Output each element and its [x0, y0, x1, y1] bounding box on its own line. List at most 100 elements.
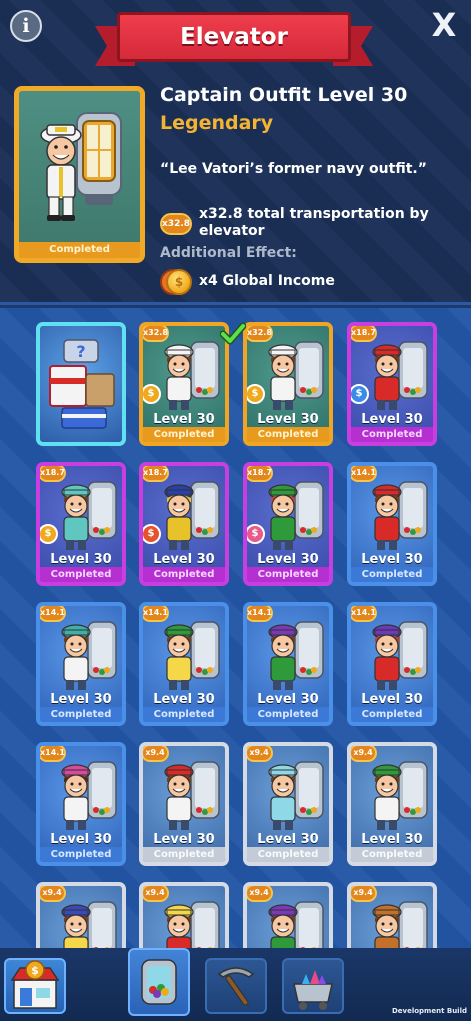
outfit-status: Completed: [351, 567, 433, 582]
character-outfit-icon: [164, 341, 220, 410]
multiplier-badge: x14.1: [143, 606, 169, 622]
outfit-card[interactable]: x9.4 Level 30 Completed: [139, 742, 229, 866]
outfit-card[interactable]: x14.1 Level 30 Completed: [347, 462, 437, 586]
outfit-capsule-icon: [141, 959, 177, 1005]
outfit-level: Level 30: [50, 832, 112, 847]
outfit-status: Completed: [143, 707, 225, 722]
income-coin-icon: $: [143, 384, 161, 404]
nav-tab-tools[interactable]: [205, 958, 267, 1014]
character-outfit-icon: [372, 901, 428, 948]
nav-tab-outfits[interactable]: [128, 948, 190, 1016]
outfit-status: Completed: [143, 567, 225, 582]
outfit-card[interactable]: x9.4: [36, 882, 126, 948]
multiplier-badge: x14.1: [351, 466, 377, 482]
outfit-card[interactable]: x14.1 Level 30 Completed: [139, 602, 229, 726]
outfit-quote: “Lee Vatori’s former navy outfit.”: [160, 161, 427, 177]
outfit-card[interactable]: x9.4 Level 30 Completed: [243, 742, 333, 866]
outfit-status: Completed: [351, 847, 433, 862]
outfit-status: Completed: [40, 707, 122, 722]
character-outfit-icon: [164, 621, 220, 690]
multiplier-badge: x14.1: [40, 606, 66, 622]
outfit-card[interactable]: x18.7 $ Level 30 Completed: [36, 462, 126, 586]
character-outfit-icon: [372, 481, 428, 550]
multiplier-badge: x32.8: [160, 213, 192, 235]
outfit-card[interactable]: x14.1 Level 30 Completed: [243, 602, 333, 726]
outfit-card[interactable]: x32.8 $ Level 30 Completed: [243, 322, 333, 446]
character-outfit-icon: [61, 481, 117, 550]
outfit-status: Completed: [247, 707, 329, 722]
info-button[interactable]: i: [10, 10, 42, 42]
character-outfit-icon: [61, 621, 117, 690]
item-detail-panel: i X Elevator Completed Captain Outfit Le…: [0, 0, 471, 305]
selected-check-icon: [220, 322, 246, 345]
close-icon: X: [431, 6, 457, 44]
info-icon: i: [22, 15, 30, 37]
outfit-card[interactable]: x18.7 $ Level 30 Completed: [347, 322, 437, 446]
outfit-card[interactable]: x14.1 Level 30 Completed: [36, 602, 126, 726]
outfit-level: Level 30: [257, 832, 319, 847]
pickaxe-icon: [217, 967, 255, 1006]
close-button[interactable]: X: [429, 8, 459, 42]
outfit-level: Level 30: [361, 412, 423, 427]
outfit-status: Completed: [40, 567, 122, 582]
multiplier-badge: x9.4: [247, 886, 273, 902]
character-outfit-icon: [268, 341, 324, 410]
character-outfit-icon: [164, 901, 220, 948]
outfit-status: Completed: [143, 847, 225, 862]
outfit-level: Level 30: [361, 552, 423, 567]
multiplier-badge: x14.1: [351, 606, 377, 622]
character-outfit-icon: [268, 901, 324, 948]
income-coin-icon: $: [40, 524, 58, 544]
mystery-chest-icon: ?: [49, 339, 115, 429]
multiplier-badge: x9.4: [351, 886, 377, 902]
title-ribbon: Elevator: [95, 8, 373, 66]
svg-text:$: $: [31, 964, 39, 977]
multiplier-badge: x32.8: [247, 326, 273, 342]
outfit-card[interactable]: x14.1 Level 30 Completed: [347, 602, 437, 726]
outfit-level: Level 30: [257, 552, 319, 567]
outfit-card[interactable]: x32.8 $ Level 30 Completed: [139, 322, 229, 446]
outfit-level: Level 30: [50, 552, 112, 567]
outfit-card[interactable]: x9.4: [139, 882, 229, 948]
outfit-level: Level 30: [361, 832, 423, 847]
multiplier-badge: x9.4: [143, 886, 169, 902]
captain-outfit-illustration: [40, 112, 122, 221]
outfit-status: Completed: [351, 427, 433, 442]
development-build-label: Development Build: [391, 1007, 467, 1015]
outfit-card[interactable]: x9.4: [243, 882, 333, 948]
multiplier-badge: x18.7: [143, 466, 169, 482]
outfit-level: Level 30: [50, 692, 112, 707]
outfit-card[interactable]: x18.7 $ Level 30 Completed: [139, 462, 229, 586]
outfit-name: Captain Outfit Level 30: [160, 84, 408, 106]
outfit-level: Level 30: [361, 692, 423, 707]
outfit-level: Level 30: [153, 832, 215, 847]
income-coin-icon: $: [247, 524, 265, 544]
additional-effect-text: x4 Global Income: [199, 273, 335, 289]
multiplier-badge: x9.4: [247, 746, 273, 762]
mystery-chest-card[interactable]: ?: [36, 322, 126, 446]
outfit-status: Completed: [351, 707, 433, 722]
multiplier-badge: x32.8: [143, 326, 169, 342]
nav-tab-shop[interactable]: $: [4, 958, 66, 1014]
character-outfit-icon: [268, 761, 324, 830]
outfit-card[interactable]: x9.4: [347, 882, 437, 948]
outfit-card[interactable]: x14.1 Level 30 Completed: [36, 742, 126, 866]
outfit-card[interactable]: x18.7 $ Level 30 Completed: [243, 462, 333, 586]
bonus-row: x32.8 x32.8 total transportation by elev…: [160, 205, 460, 245]
multiplier-badge: x9.4: [143, 746, 169, 762]
outfit-level: Level 30: [153, 552, 215, 567]
character-outfit-icon: [268, 621, 324, 690]
selected-outfit-card: Completed: [14, 86, 145, 263]
outfit-level: Level 30: [153, 412, 215, 427]
nav-tab-gems[interactable]: [282, 958, 344, 1014]
global-income-coin-icon: $: [160, 268, 194, 296]
character-outfit-icon: [164, 481, 220, 550]
outfit-status: Completed: [247, 427, 329, 442]
outfit-grid: ? x32.8 $ Level 30 Completed x32.8 $ Level 30 Co…: [0, 308, 471, 948]
gem-cart-icon: [293, 970, 333, 1010]
multiplier-badge: x9.4: [40, 886, 66, 902]
outfit-level: Level 30: [257, 692, 319, 707]
multiplier-badge: x18.7: [351, 326, 377, 342]
outfit-card[interactable]: x9.4 Level 30 Completed: [347, 742, 437, 866]
selected-status: Completed: [19, 242, 140, 258]
